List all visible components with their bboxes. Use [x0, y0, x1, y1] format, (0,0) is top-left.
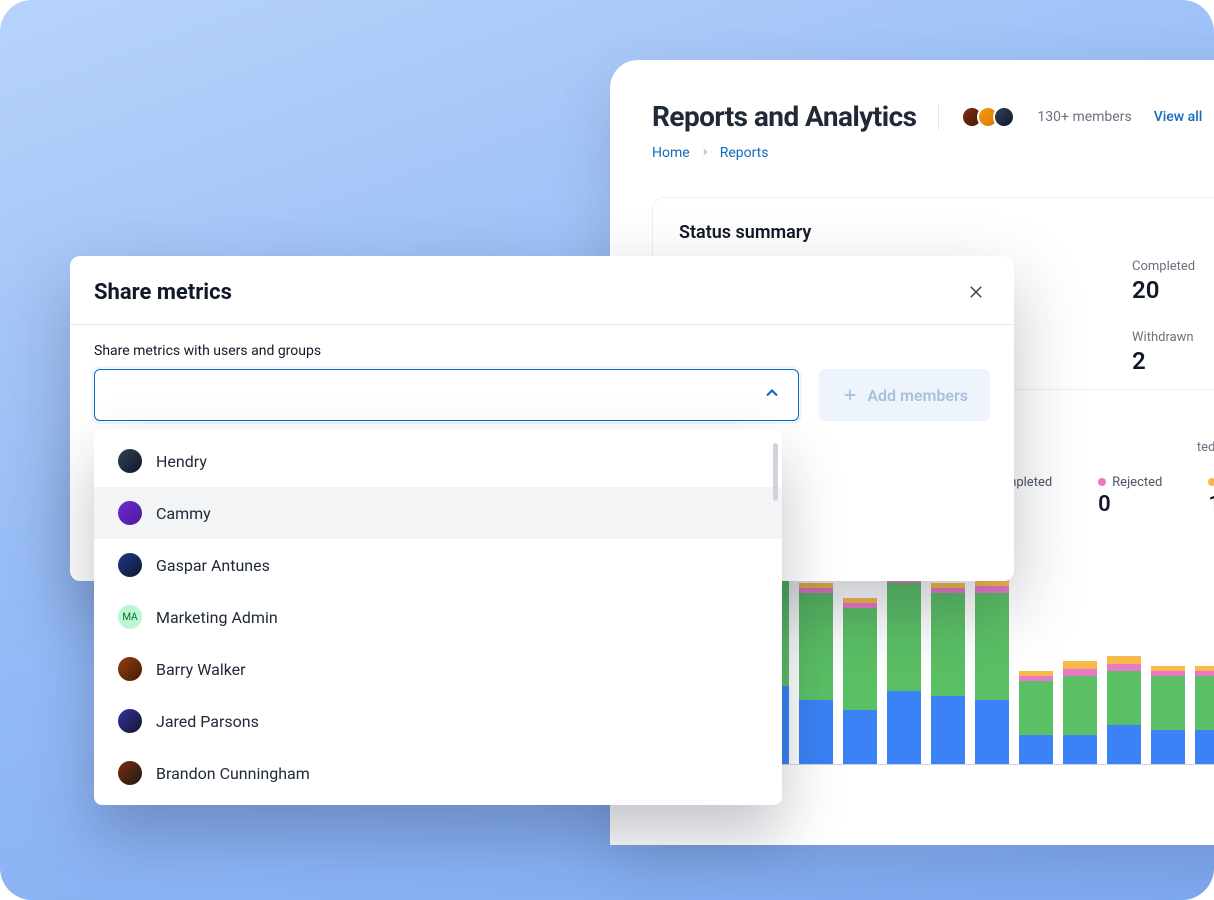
- dot-icon: [1208, 478, 1214, 486]
- legend-value: 0: [1098, 492, 1162, 517]
- bar-segment-submitted: [1107, 725, 1141, 764]
- chart-bar: [887, 573, 921, 764]
- divider: [938, 104, 939, 130]
- bar-segment-submitted: [843, 710, 877, 764]
- breadcrumb: Home Reports: [652, 145, 1214, 161]
- bar-segment-completed: [975, 593, 1009, 701]
- plus-icon: [841, 386, 859, 404]
- stat-label: Completed: [1132, 259, 1214, 274]
- modal-title: Share metrics: [94, 280, 232, 305]
- close-button[interactable]: [962, 278, 990, 306]
- bar-segment-completed: [1195, 676, 1214, 730]
- stat-label: Withdrawn: [1132, 330, 1214, 345]
- share-target-combobox[interactable]: [94, 369, 799, 421]
- dropdown-option-label: Hendry: [156, 452, 207, 471]
- bar-segment-submitted: [887, 691, 921, 764]
- dot-icon: [1098, 478, 1106, 486]
- dropdown-option-label: Cammy: [156, 504, 211, 523]
- dropdown-option[interactable]: Jared Parsons: [94, 695, 782, 747]
- chart-bar: [799, 583, 833, 764]
- chart-bar: [1151, 666, 1185, 764]
- bar-segment-completed: [799, 593, 833, 701]
- stat-value: 20: [1132, 276, 1214, 304]
- chart-bar: [1107, 656, 1141, 764]
- dropdown-option[interactable]: MA Marketing Admin: [94, 591, 782, 643]
- breadcrumb-home[interactable]: Home: [652, 145, 690, 161]
- chart-bar: [1063, 661, 1097, 764]
- status-summary-heading: Status summary: [679, 222, 1214, 243]
- breadcrumb-reports[interactable]: Reports: [720, 145, 769, 161]
- modal-header: Share metrics: [70, 256, 1014, 325]
- bar-segment-submitted: [1195, 730, 1214, 764]
- avatar: [118, 449, 142, 473]
- stat-value: 2: [1132, 347, 1214, 375]
- bar-segment-completed: [1107, 671, 1141, 725]
- avatar: [118, 657, 142, 681]
- dropdown-option-label: Marketing Admin: [156, 608, 278, 627]
- bar-segment-submitted: [1019, 735, 1053, 764]
- bar-segment-withdrawn: [1107, 656, 1141, 663]
- user-dropdown[interactable]: Hendry Cammy Gaspar Antunes MA Marketing Adm…: [94, 429, 782, 805]
- dropdown-option-label: Jared Parsons: [156, 712, 259, 731]
- chevron-right-icon: [700, 145, 710, 161]
- share-metrics-modal: Share metrics Share metrics with users a…: [70, 256, 1014, 581]
- bar-segment-completed: [1063, 676, 1097, 735]
- chart-bar: [1195, 666, 1214, 764]
- avatar: [118, 501, 142, 525]
- bar-segment-submitted: [799, 700, 833, 764]
- field-label: Share metrics with users and groups: [94, 343, 990, 359]
- bar-segment-submitted: [975, 700, 1009, 764]
- stat-completed: Completed 20: [1132, 259, 1214, 304]
- bar-segment-withdrawn: [1063, 661, 1097, 668]
- bar-segment-submitted: [1063, 735, 1097, 764]
- bar-segment-rejected: [1107, 664, 1141, 671]
- chart-bar: [843, 598, 877, 764]
- dropdown-option-label: Brandon Cunningham: [156, 764, 310, 783]
- bar-segment-submitted: [931, 696, 965, 764]
- view-all-link[interactable]: View all: [1154, 109, 1203, 125]
- bar-segment-submitted: [1151, 730, 1185, 764]
- chart-bar: [975, 578, 1009, 764]
- dropdown-option[interactable]: Barry Walker: [94, 643, 782, 695]
- avatar: MA: [118, 605, 142, 629]
- dropdown-option[interactable]: Cammy: [94, 487, 782, 539]
- stat-withdrawn: Withdrawn 2: [1132, 330, 1214, 375]
- close-icon: [967, 283, 985, 301]
- bar-segment-rejected: [975, 586, 1009, 593]
- reports-header: Reports and Analytics 130+ members View …: [652, 100, 1214, 133]
- members-count: 130+ members: [1037, 109, 1131, 125]
- avatar: [993, 106, 1015, 128]
- legend-label: Rejected: [1112, 475, 1162, 490]
- member-avatars[interactable]: [961, 106, 1015, 128]
- legend-value: 1: [1208, 492, 1214, 517]
- avatar: [118, 761, 142, 785]
- avatar: [118, 709, 142, 733]
- bar-segment-completed: [887, 583, 921, 691]
- bar-segment-completed: [843, 608, 877, 711]
- dropdown-option-label: Barry Walker: [156, 660, 246, 679]
- dropdown-option[interactable]: Gaspar Antunes: [94, 539, 782, 591]
- add-members-button[interactable]: Add members: [819, 369, 990, 421]
- add-members-label: Add members: [867, 386, 968, 405]
- bar-segment-completed: [1151, 676, 1185, 730]
- dropdown-option-label: Gaspar Antunes: [156, 556, 270, 575]
- bar-segment-completed: [1019, 681, 1053, 735]
- chart-bar: [1019, 671, 1053, 764]
- page-title: Reports and Analytics: [652, 100, 916, 133]
- legend-rejected: Rejected 0: [1098, 475, 1162, 517]
- modal-body: Share metrics with users and groups Add …: [70, 325, 1014, 581]
- dropdown-option[interactable]: Brandon Cunningham: [94, 747, 782, 799]
- avatar: [118, 553, 142, 577]
- chart-bar: [931, 583, 965, 764]
- legend-withdrawn: Withdrawn 1: [1208, 475, 1214, 517]
- dropdown-option[interactable]: Hendry: [94, 435, 782, 487]
- bar-segment-completed: [931, 593, 965, 696]
- chevron-up-icon: [762, 383, 782, 407]
- stage: Reports and Analytics 130+ members View …: [0, 0, 1214, 900]
- bar-segment-rejected: [1063, 669, 1097, 676]
